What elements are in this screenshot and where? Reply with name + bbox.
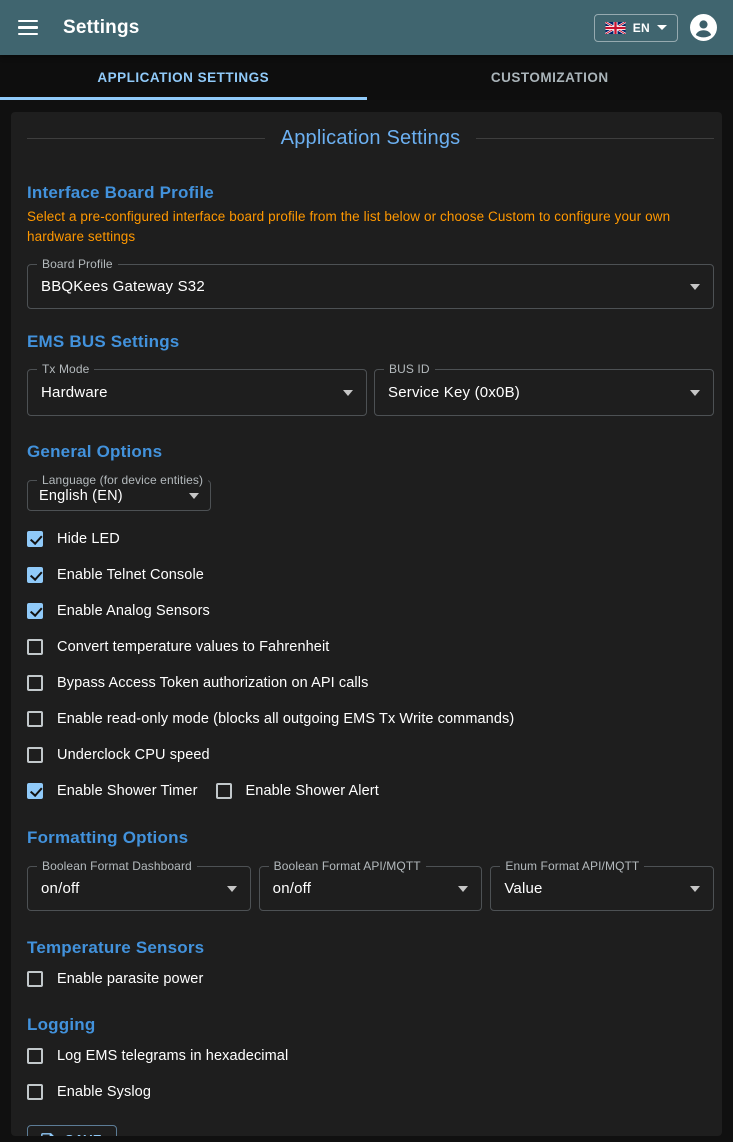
save-button-label: SAVE [65,1132,102,1136]
row-parasite-power: Enable parasite power [27,961,714,997]
section-logging: Logging [27,1012,714,1038]
checkbox-enable-telnet[interactable] [27,567,43,583]
board-profile-description: Select a pre-configured interface board … [27,207,714,247]
row-hide-led: Hide LED [27,521,714,557]
settings-panel: Application Settings Interface Board Pro… [11,112,722,1136]
divider [476,138,714,139]
bus-id-value: Service Key (0x0B) [388,384,690,401]
row-enable-telnet: Enable Telnet Console [27,557,714,593]
language-entities-value: English (EN) [39,488,189,504]
checkbox-label: Bypass Access Token authorization on API… [57,675,368,691]
section-general-options: General Options [27,439,714,465]
tx-mode-value: Hardware [41,384,343,401]
boolean-format-api-value: on/off [273,880,459,897]
menu-icon[interactable] [16,19,40,37]
dropdown-arrow-icon [690,284,700,290]
row-fahrenheit: Convert temperature values to Fahrenheit [27,629,714,665]
section-interface-board-profile: Interface Board Profile [27,180,714,206]
row-shower-options: Enable Shower Timer Enable Shower Alert [27,773,714,809]
row-underclock-cpu: Underclock CPU speed [27,737,714,773]
general-checkbox-list: Hide LED Enable Telnet Console Enable An… [27,521,714,809]
app-title: Settings [63,17,140,39]
uk-flag-icon [605,22,626,34]
page-title-row: Application Settings [27,125,714,152]
checkbox-label: Enable Telnet Console [57,567,204,583]
enum-format-api-select[interactable]: Enum Format API/MQTT Value [490,866,714,911]
checkbox-label: Enable Shower Timer [57,783,198,799]
board-profile-label: Board Profile [37,257,118,272]
checkbox-parasite-power[interactable] [27,971,43,987]
language-code: EN [633,21,650,35]
boolean-format-dashboard-value: on/off [41,880,227,897]
checkbox-label: Enable Syslog [57,1084,151,1100]
section-formatting-options: Formatting Options [27,825,714,851]
boolean-format-dashboard-select[interactable]: Boolean Format Dashboard on/off [27,866,251,911]
checkbox-log-hex[interactable] [27,1048,43,1064]
app-bar: Settings EN [0,0,733,55]
bus-id-label: BUS ID [384,362,435,377]
checkbox-label: Underclock CPU speed [57,747,210,763]
ems-bus-row: Tx Mode Hardware BUS ID Service Key (0x0… [27,369,714,416]
checkbox-label: Convert temperature values to Fahrenheit [57,639,329,655]
language-entities-label: Language (for device entities) [37,473,208,488]
dropdown-arrow-icon [227,886,237,892]
save-icon [39,1131,56,1136]
save-button[interactable]: SAVE [27,1125,117,1136]
board-profile-select[interactable]: Board Profile BBQKees Gateway S32 [27,264,714,309]
checkbox-bypass-token[interactable] [27,675,43,691]
checkbox-shower-alert[interactable] [216,783,232,799]
row-enable-analog-sensors: Enable Analog Sensors [27,593,714,629]
checkbox-label: Log EMS telegrams in hexadecimal [57,1048,288,1064]
boolean-format-dashboard-label: Boolean Format Dashboard [37,859,197,874]
dropdown-arrow-icon [189,493,199,499]
boolean-format-api-select[interactable]: Boolean Format API/MQTT on/off [259,866,483,911]
checkbox-label: Enable Shower Alert [246,783,379,799]
checkbox-label: Hide LED [57,531,120,547]
section-temperature-sensors: Temperature Sensors [27,935,714,961]
tx-mode-label: Tx Mode [37,362,94,377]
checkbox-enable-analog-sensors[interactable] [27,603,43,619]
boolean-format-api-label: Boolean Format API/MQTT [269,859,426,874]
checkbox-hide-led[interactable] [27,531,43,547]
divider [27,138,265,139]
dropdown-arrow-icon [343,390,353,396]
page-title: Application Settings [281,127,461,150]
row-log-hex: Log EMS telegrams in hexadecimal [27,1038,714,1074]
tab-indicator [0,97,367,100]
checkbox-underclock-cpu[interactable] [27,747,43,763]
dropdown-arrow-icon [690,886,700,892]
formatting-row: Boolean Format Dashboard on/off Boolean … [27,866,714,911]
language-entities-select[interactable]: Language (for device entities) English (… [27,480,211,511]
chevron-down-icon [657,25,667,30]
tab-bar: APPLICATION SETTINGS CUSTOMIZATION [0,55,733,100]
account-icon[interactable] [690,14,717,41]
tx-mode-select[interactable]: Tx Mode Hardware [27,369,367,416]
board-profile-value: BBQKees Gateway S32 [41,278,690,295]
checkbox-shower-timer[interactable] [27,783,43,799]
tab-customization[interactable]: CUSTOMIZATION [367,55,733,100]
checkbox-label: Enable read-only mode (blocks all outgoi… [57,711,514,727]
checkbox-enable-syslog[interactable] [27,1084,43,1100]
enum-format-api-value: Value [504,880,690,897]
checkbox-label: Enable parasite power [57,971,203,987]
tab-application-settings[interactable]: APPLICATION SETTINGS [0,55,367,100]
language-selector[interactable]: EN [594,14,678,42]
checkbox-read-only-mode[interactable] [27,711,43,727]
section-ems-bus-settings: EMS BUS Settings [27,329,714,355]
dropdown-arrow-icon [458,886,468,892]
row-enable-syslog: Enable Syslog [27,1074,714,1110]
row-bypass-token: Bypass Access Token authorization on API… [27,665,714,701]
row-read-only-mode: Enable read-only mode (blocks all outgoi… [27,701,714,737]
bus-id-select[interactable]: BUS ID Service Key (0x0B) [374,369,714,416]
checkbox-fahrenheit[interactable] [27,639,43,655]
checkbox-label: Enable Analog Sensors [57,603,210,619]
dropdown-arrow-icon [690,390,700,396]
enum-format-api-label: Enum Format API/MQTT [500,859,644,874]
